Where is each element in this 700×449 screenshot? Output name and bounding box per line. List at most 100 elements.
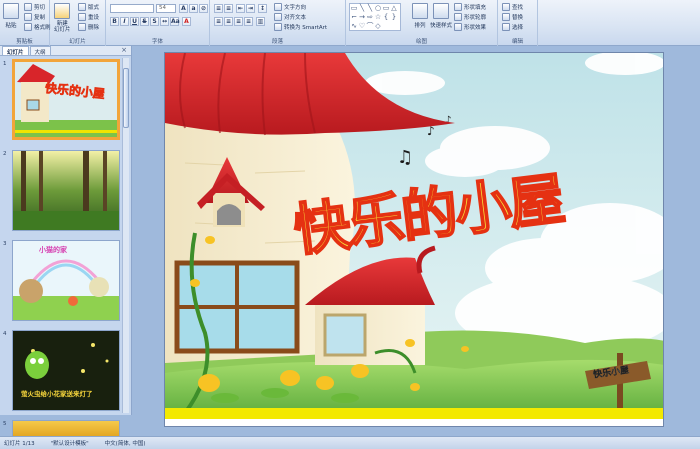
shrink-font-button[interactable]: a xyxy=(189,4,198,13)
triangle-shape-icon[interactable]: △ xyxy=(390,4,398,12)
clear-format-button[interactable]: ⊘ xyxy=(199,4,208,13)
font-size-combo[interactable]: 54 xyxy=(156,4,176,13)
line-spacing-button[interactable]: ↕ xyxy=(258,4,267,13)
shape-effects-button[interactable]: 形状效果 xyxy=(454,23,486,31)
strikethrough-button[interactable]: S xyxy=(140,17,149,26)
shapes-gallery[interactable]: ▭ ╲ ╲ ○ ▭ △ ⌐ → ⇨ ☆ { } ∿ ♡ ⌒ ◇ xyxy=(349,3,401,31)
thumb-2-art xyxy=(13,151,119,230)
thumb-4-art xyxy=(13,331,119,410)
clipboard-group: 粘贴 剪切 复制 格式刷 剪贴板 xyxy=(0,0,51,46)
bullets-button[interactable]: ≡ xyxy=(214,4,223,13)
quick-styles-button[interactable]: 快速样式 xyxy=(430,3,452,29)
reset-button[interactable]: 重设 xyxy=(78,13,99,21)
thumb-4-caption: 萤火虫给小花家送来灯了 xyxy=(21,390,93,398)
close-icon[interactable]: × xyxy=(121,46,127,55)
slide-canvas[interactable]: ♫ ♪ ♪ 快乐的小屋 快乐小屋 xyxy=(164,52,664,427)
line-shape-icon[interactable]: ╲ xyxy=(366,4,374,12)
star-shape-icon[interactable]: ☆ xyxy=(374,13,382,21)
callout-shape-icon[interactable]: ◇ xyxy=(374,22,382,30)
slide-number: 3 xyxy=(3,241,7,247)
slide-thumbnail-panel: 幻灯片 大纲 × 1 快乐的小屋 2 3 小猫的家 4 萤火虫给小花家送来灯了 … xyxy=(0,46,132,440)
corner-shape-icon[interactable]: ⌐ xyxy=(350,13,358,21)
cursor-icon xyxy=(502,23,510,31)
panel-scrollbar[interactable] xyxy=(122,58,129,413)
arrange-button[interactable]: 排列 xyxy=(412,3,428,29)
align-left-button[interactable]: ≡ xyxy=(214,17,223,26)
layout-icon xyxy=(78,3,86,11)
text-direction-icon xyxy=(274,3,282,11)
increase-indent-button[interactable]: ⇥ xyxy=(246,4,255,13)
delete-slide-button[interactable]: 删除 xyxy=(78,23,99,31)
heart-shape-icon[interactable]: ♡ xyxy=(358,22,366,30)
arrow-shape-icon[interactable]: ⇨ xyxy=(366,13,374,21)
oval-shape-icon[interactable]: ○ xyxy=(374,4,382,12)
align-text-icon xyxy=(274,13,282,21)
change-case-button[interactable]: Aa xyxy=(170,17,180,26)
language-indicator[interactable]: 中文(简体, 中国) xyxy=(105,439,146,447)
rectangle-shape-icon[interactable]: ▭ xyxy=(350,4,358,12)
slide-thumbnail-1[interactable]: 快乐的小屋 xyxy=(12,59,120,140)
copy-icon xyxy=(24,13,32,21)
font-name-combo[interactable] xyxy=(110,4,154,13)
format-painter-button[interactable]: 格式刷 xyxy=(24,23,51,31)
brace-shape-icon[interactable]: { xyxy=(382,13,390,21)
align-right-button[interactable]: ≡ xyxy=(234,17,243,26)
thumb-3-title: 小猫的家 xyxy=(39,246,67,254)
columns-button[interactable]: ▥ xyxy=(256,17,265,26)
replace-icon xyxy=(502,13,510,21)
align-text-button[interactable]: 对齐文本 xyxy=(274,13,306,21)
panel-tabs: 幻灯片 大纲 × xyxy=(0,46,131,56)
slide-thumbnail-2[interactable] xyxy=(12,150,120,231)
quick-styles-icon xyxy=(433,3,449,19)
new-slide-button[interactable]: 新建 幻灯片 xyxy=(54,3,71,33)
font-color-button[interactable]: A xyxy=(182,17,191,26)
grow-font-button[interactable]: A xyxy=(179,4,188,13)
group-label-slides: 幻灯片 xyxy=(69,39,86,45)
align-center-button[interactable]: ≡ xyxy=(224,17,233,26)
cut-button[interactable]: 剪切 xyxy=(24,3,45,11)
paragraph-group: ≡ ≡ ⇤ ⇥ ↕ ≡ ≡ ≡ ≡ ▥ 文字方向 对齐文本 转换为 SmartA… xyxy=(210,0,346,46)
group-label-drawing: 绘图 xyxy=(415,39,427,45)
numbering-button[interactable]: ≡ xyxy=(224,4,233,13)
tab-slides[interactable]: 幻灯片 xyxy=(2,46,29,56)
rectangle-shape-icon[interactable]: ▭ xyxy=(382,4,390,12)
bold-button[interactable]: B xyxy=(110,17,119,26)
justify-button[interactable]: ≡ xyxy=(244,17,253,26)
arrange-icon xyxy=(412,3,428,19)
paste-icon xyxy=(3,3,19,19)
select-button[interactable]: 选择 xyxy=(502,23,523,31)
layout-button[interactable]: 版式 xyxy=(78,3,99,11)
tab-outline[interactable]: 大纲 xyxy=(29,46,51,56)
editing-group: 查找 替换 选择 编辑 xyxy=(498,0,538,46)
text-direction-button[interactable]: 文字方向 xyxy=(274,3,306,11)
svg-text:♫: ♫ xyxy=(397,147,413,168)
underline-button[interactable]: U xyxy=(130,17,139,26)
smartart-button[interactable]: 转换为 SmartArt xyxy=(274,23,327,31)
arrow-shape-icon[interactable]: → xyxy=(358,13,366,21)
italic-button[interactable]: I xyxy=(120,17,129,26)
slide-thumbnail-4[interactable]: 萤火虫给小花家送来灯了 xyxy=(12,330,120,411)
drawing-group: ▭ ╲ ╲ ○ ▭ △ ⌐ → ⇨ ☆ { } ∿ ♡ ⌒ ◇ 排列 快速样式 … xyxy=(346,0,498,46)
slide-number: 4 xyxy=(3,331,7,337)
curve-shape-icon[interactable]: ∿ xyxy=(350,22,358,30)
decrease-indent-button[interactable]: ⇤ xyxy=(236,4,245,13)
effects-icon xyxy=(454,23,462,31)
replace-button[interactable]: 替换 xyxy=(502,13,523,21)
find-button[interactable]: 查找 xyxy=(502,3,523,11)
spacing-button[interactable]: ↔ xyxy=(160,17,169,26)
reset-icon xyxy=(78,13,86,21)
scrollbar-thumb[interactable] xyxy=(123,68,129,128)
binoculars-icon xyxy=(502,3,510,11)
arc-shape-icon[interactable]: ⌒ xyxy=(366,22,374,30)
brace-shape-icon[interactable]: } xyxy=(390,13,398,21)
shape-fill-button[interactable]: 形状填充 xyxy=(454,3,486,11)
shadow-button[interactable]: S xyxy=(150,17,159,26)
copy-button[interactable]: 复制 xyxy=(24,13,45,21)
line-shape-icon[interactable]: ╲ xyxy=(358,4,366,12)
shape-outline-button[interactable]: 形状轮廓 xyxy=(454,13,486,21)
slide-thumbnail-3[interactable]: 小猫的家 xyxy=(12,240,120,321)
fill-icon xyxy=(454,3,462,11)
new-slide-icon xyxy=(54,3,71,19)
paste-button[interactable]: 粘贴 xyxy=(3,3,19,29)
status-bar: 幻灯片 1/13 "默认设计模板" 中文(简体, 中国) xyxy=(0,436,700,449)
